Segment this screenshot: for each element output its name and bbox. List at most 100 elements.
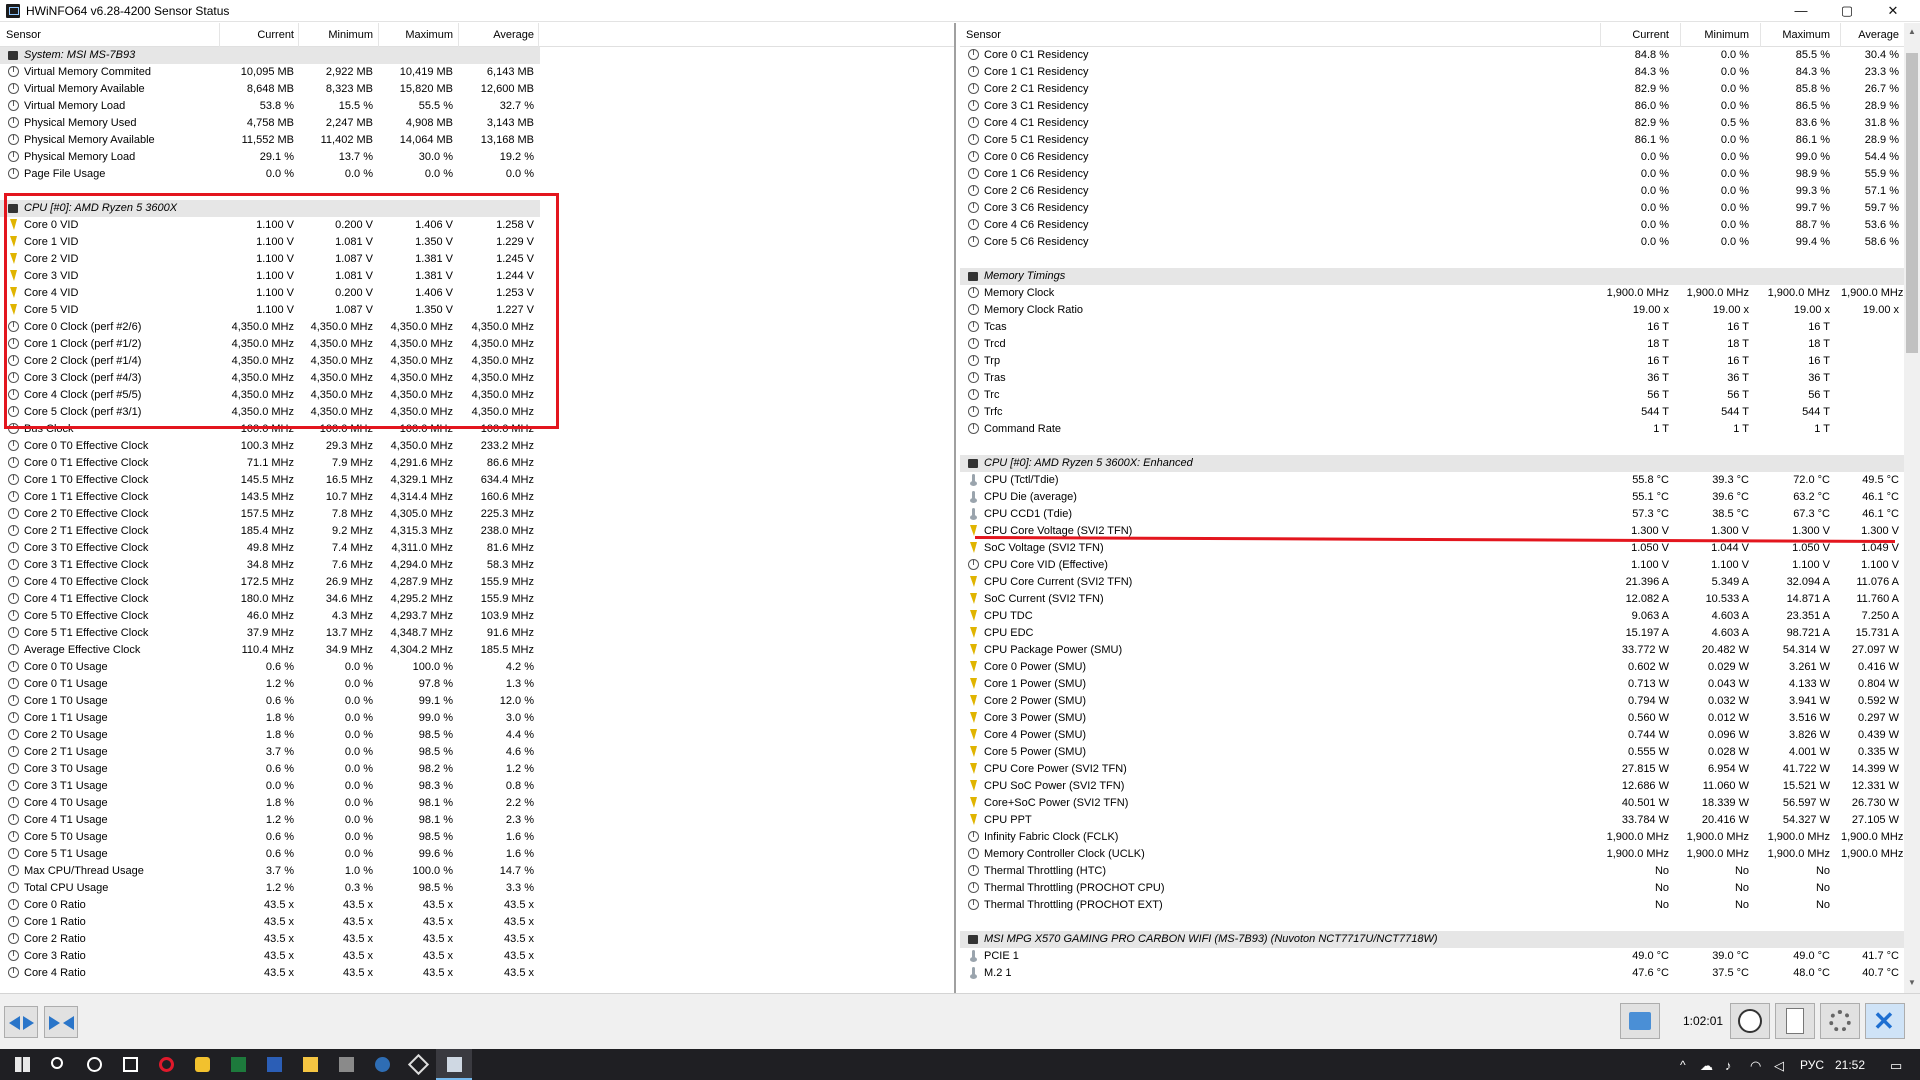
sensor-row[interactable]: M.2 1 47.6 °C 37.5 °C 48.0 °C 40.7 °C xyxy=(960,965,1920,982)
sensor-row[interactable]: Core 0 T1 Effective Clock 71.1 MHz 7.9 MHz… xyxy=(0,455,954,472)
taskbar-app-yellow[interactable] xyxy=(184,1049,220,1080)
tray-cloud-icon[interactable]: ☁ xyxy=(1700,1058,1713,1074)
tray-volume-icon[interactable]: ◁ xyxy=(1774,1058,1784,1074)
column-maximum[interactable]: Maximum xyxy=(1761,29,1830,41)
sensor-group-header[interactable]: CPU [#0]: AMD Ryzen 5 3600X: Enhanced xyxy=(960,455,1904,472)
sensor-row[interactable]: Core 4 Ratio 43.5 x 43.5 x 43.5 x 43.5 x xyxy=(0,965,954,982)
taskbar-app-blue[interactable] xyxy=(364,1049,400,1080)
scroll-up-icon[interactable]: ▲ xyxy=(1907,27,1917,36)
cortana-button[interactable] xyxy=(76,1049,112,1080)
sensor-row[interactable]: Core 2 Ratio 43.5 x 43.5 x 43.5 x 43.5 x xyxy=(0,931,954,948)
collapse-right-button[interactable] xyxy=(44,1006,78,1038)
reset-timer-button[interactable] xyxy=(1730,1003,1770,1039)
sensor-row[interactable]: Thermal Throttling (HTC) No No No xyxy=(960,863,1920,880)
sensor-row[interactable]: Core 2 T0 Effective Clock 157.5 MHz 7.8 MH… xyxy=(0,506,954,523)
tray-mic-icon[interactable]: ♪ xyxy=(1725,1058,1732,1073)
sensor-row[interactable]: Memory Clock Ratio 19.00 x 19.00 x 19.00 x 1… xyxy=(960,302,1920,319)
sensor-row[interactable]: Core 1 Clock (perf #1/2) 4,350.0 MHz 4,350… xyxy=(0,336,954,353)
sensor-row[interactable]: Core 0 Ratio 43.5 x 43.5 x 43.5 x 43.5 x xyxy=(0,897,954,914)
sensor-row[interactable]: CPU Package Power (SMU) 33.772 W 20.482 W 5… xyxy=(960,642,1920,659)
maximize-button[interactable]: ▢ xyxy=(1824,0,1870,22)
sensor-row[interactable]: Core 2 Power (SMU) 0.794 W 0.032 W 3.941 W 0… xyxy=(960,693,1920,710)
sensor-row[interactable]: Trfc 544 T 544 T 544 T xyxy=(960,404,1920,421)
sensor-row[interactable]: Core 0 VID 1.100 V 0.200 V 1.406 V 1.258 V xyxy=(0,217,954,234)
sensor-row[interactable]: Command Rate 1 T 1 T 1 T xyxy=(960,421,1920,438)
sensor-row[interactable]: Core 4 Clock (perf #5/5) 4,350.0 MHz 4,350… xyxy=(0,387,954,404)
sensor-row[interactable]: Core 3 VID 1.100 V 1.081 V 1.381 V 1.244 V xyxy=(0,268,954,285)
sensor-row[interactable]: Core+SoC Power (SVI2 TFN) 40.501 W 18.339 … xyxy=(960,795,1920,812)
sensor-row[interactable]: Core 3 Clock (perf #4/3) 4,350.0 MHz 4,350… xyxy=(0,370,954,387)
sensor-row[interactable]: Core 2 C1 Residency 82.9 % 0.0 % 85.8 % 26.7… xyxy=(960,81,1920,98)
sensor-row[interactable]: Core 2 Clock (perf #1/4) 4,350.0 MHz 4,350… xyxy=(0,353,954,370)
sensor-pane-right[interactable]: Sensor Current Minimum Maximum Average C… xyxy=(960,23,1920,993)
column-current[interactable]: Current xyxy=(230,29,294,41)
sensor-row[interactable]: Virtual Memory Commited 10,095 MB 2,922 MB… xyxy=(0,64,954,81)
column-average[interactable]: Average xyxy=(1841,29,1899,41)
sensor-row[interactable]: CPU PPT 33.784 W 20.416 W 54.327 W 27.105 W xyxy=(960,812,1920,829)
sensor-row[interactable]: Core 0 Power (SMU) 0.602 W 0.029 W 3.261 W 0… xyxy=(960,659,1920,676)
sensor-row[interactable]: Core 3 C1 Residency 86.0 % 0.0 % 86.5 % 28.9… xyxy=(960,98,1920,115)
sensor-row[interactable]: Core 5 T0 Usage 0.6 % 0.0 % 98.5 % 1.6 % xyxy=(0,829,954,846)
sensor-row[interactable]: Core 4 T0 Usage 1.8 % 0.0 % 98.1 % 2.2 % xyxy=(0,795,954,812)
sensor-row[interactable]: Core 2 VID 1.100 V 1.087 V 1.381 V 1.245 V xyxy=(0,251,954,268)
sensor-row[interactable]: CPU (Tctl/Tdie) 55.8 °C 39.3 °C 72.0 °C 49.5… xyxy=(960,472,1920,489)
sensor-group-header[interactable]: CPU [#0]: AMD Ryzen 5 3600X xyxy=(0,200,540,217)
sensor-row[interactable]: Core 4 C1 Residency 82.9 % 0.5 % 83.6 % 31.8… xyxy=(960,115,1920,132)
notification-icon[interactable]: ▭ xyxy=(1890,1058,1902,1074)
sensor-row[interactable]: Core 5 T0 Effective Clock 46.0 MHz 4.3 MHz… xyxy=(0,608,954,625)
sensor-row[interactable]: Core 3 T0 Usage 0.6 % 0.0 % 98.2 % 1.2 % xyxy=(0,761,954,778)
sensor-group-header[interactable]: System: MSI MS-7B93 xyxy=(0,47,540,64)
sensor-row[interactable]: Core 3 T1 Usage 0.0 % 0.0 % 98.3 % 0.8 % xyxy=(0,778,954,795)
sensor-row[interactable]: CPU SoC Power (SVI2 TFN) 12.686 W 11.060 W… xyxy=(960,778,1920,795)
settings-button[interactable] xyxy=(1820,1003,1860,1039)
tray-clock[interactable]: 21:52 xyxy=(1835,1058,1865,1072)
sensor-row[interactable]: CPU CCD1 (Tdie) 57.3 °C 38.5 °C 67.3 °C 46.1… xyxy=(960,506,1920,523)
sensor-row[interactable]: Core 4 Power (SMU) 0.744 W 0.096 W 3.826 W 0… xyxy=(960,727,1920,744)
minimize-button[interactable]: — xyxy=(1778,0,1824,22)
sensor-row[interactable]: Core 4 T1 Usage 1.2 % 0.0 % 98.1 % 2.3 % xyxy=(0,812,954,829)
tray-chevron-icon[interactable]: ^ xyxy=(1680,1058,1686,1072)
sensor-row[interactable]: CPU Core VID (Effective) 1.100 V 1.100 V 1.… xyxy=(960,557,1920,574)
sensor-row[interactable]: CPU TDC 9.063 A 4.603 A 23.351 A 7.250 A xyxy=(960,608,1920,625)
sensor-row[interactable]: Tras 36 T 36 T 36 T xyxy=(960,370,1920,387)
sensor-row[interactable]: Core 0 T0 Effective Clock 100.3 MHz 29.3 M… xyxy=(0,438,954,455)
sensor-row[interactable]: Core 0 T0 Usage 0.6 % 0.0 % 100.0 % 4.2 % xyxy=(0,659,954,676)
column-sensor[interactable]: Sensor xyxy=(966,29,1001,41)
sensor-row[interactable]: Core 0 C6 Residency 0.0 % 0.0 % 99.0 % 54.4 … xyxy=(960,149,1920,166)
sensor-row[interactable]: Core 1 C1 Residency 84.3 % 0.0 % 84.3 % 23.3… xyxy=(960,64,1920,81)
sensor-row[interactable]: Core 4 VID 1.100 V 0.200 V 1.406 V 1.253 V xyxy=(0,285,954,302)
sensor-row[interactable]: Core 0 Clock (perf #2/6) 4,350.0 MHz 4,350… xyxy=(0,319,954,336)
collapse-left-button[interactable] xyxy=(4,1006,38,1038)
sensor-row[interactable]: Core 2 T1 Effective Clock 185.4 MHz 9.2 MH… xyxy=(0,523,954,540)
sensor-row[interactable]: Core 2 C6 Residency 0.0 % 0.0 % 99.3 % 57.1 … xyxy=(960,183,1920,200)
taskbar-opera[interactable] xyxy=(148,1049,184,1080)
sensor-row[interactable]: Core 1 VID 1.100 V 1.081 V 1.350 V 1.229 V xyxy=(0,234,954,251)
sensor-row[interactable]: Core 1 T0 Usage 0.6 % 0.0 % 99.1 % 12.0 % xyxy=(0,693,954,710)
sensor-row[interactable]: Core 1 T0 Effective Clock 145.5 MHz 16.5 M… xyxy=(0,472,954,489)
sensor-row[interactable]: Core 1 C6 Residency 0.0 % 0.0 % 98.9 % 55.9 … xyxy=(960,166,1920,183)
sensor-row[interactable]: Virtual Memory Available 8,648 MB 8,323 MB… xyxy=(0,81,954,98)
sensor-row[interactable]: Average Effective Clock 110.4 MHz 34.9 MHz… xyxy=(0,642,954,659)
sensor-row[interactable]: Core 4 T1 Effective Clock 180.0 MHz 34.6 M… xyxy=(0,591,954,608)
column-minimum[interactable]: Minimum xyxy=(1681,29,1749,41)
sensor-row[interactable]: Core 4 T0 Effective Clock 172.5 MHz 26.9 M… xyxy=(0,574,954,591)
task-view-button[interactable] xyxy=(112,1049,148,1080)
column-maximum[interactable]: Maximum xyxy=(380,29,453,41)
close-window-button[interactable]: ✕ xyxy=(1870,0,1916,22)
sensor-row[interactable]: Physical Memory Load 29.1 % 13.7 % 30.0 % 19… xyxy=(0,149,954,166)
sensor-row[interactable]: Core 5 Clock (perf #3/1) 4,350.0 MHz 4,350… xyxy=(0,404,954,421)
taskbar-excel[interactable] xyxy=(220,1049,256,1080)
sensor-row[interactable]: Core 3 C6 Residency 0.0 % 0.0 % 99.7 % 59.7 … xyxy=(960,200,1920,217)
sensor-row[interactable]: Total CPU Usage 1.2 % 0.3 % 98.5 % 3.3 % xyxy=(0,880,954,897)
sensor-group-header[interactable]: MSI MPG X570 GAMING PRO CARBON WIFI (MS-… xyxy=(960,931,1904,948)
sensor-pane-left[interactable]: Sensor Current Minimum Maximum Average S… xyxy=(0,23,956,993)
sensor-row[interactable]: Infinity Fabric Clock (FCLK) 1,900.0 MHz 1… xyxy=(960,829,1920,846)
sensor-row[interactable]: Core 5 C1 Residency 86.1 % 0.0 % 86.1 % 28.9… xyxy=(960,132,1920,149)
column-sensor[interactable]: Sensor xyxy=(6,29,41,41)
sensor-row[interactable]: Core 3 T0 Effective Clock 49.8 MHz 7.4 MHz… xyxy=(0,540,954,557)
sensor-row[interactable]: Trp 16 T 16 T 16 T xyxy=(960,353,1920,370)
sensor-row[interactable]: Trc 56 T 56 T 56 T xyxy=(960,387,1920,404)
sensor-row[interactable]: Core 2 T0 Usage 1.8 % 0.0 % 98.5 % 4.4 % xyxy=(0,727,954,744)
taskbar-calculator[interactable] xyxy=(328,1049,364,1080)
taskbar-hwinfo[interactable] xyxy=(436,1049,472,1080)
